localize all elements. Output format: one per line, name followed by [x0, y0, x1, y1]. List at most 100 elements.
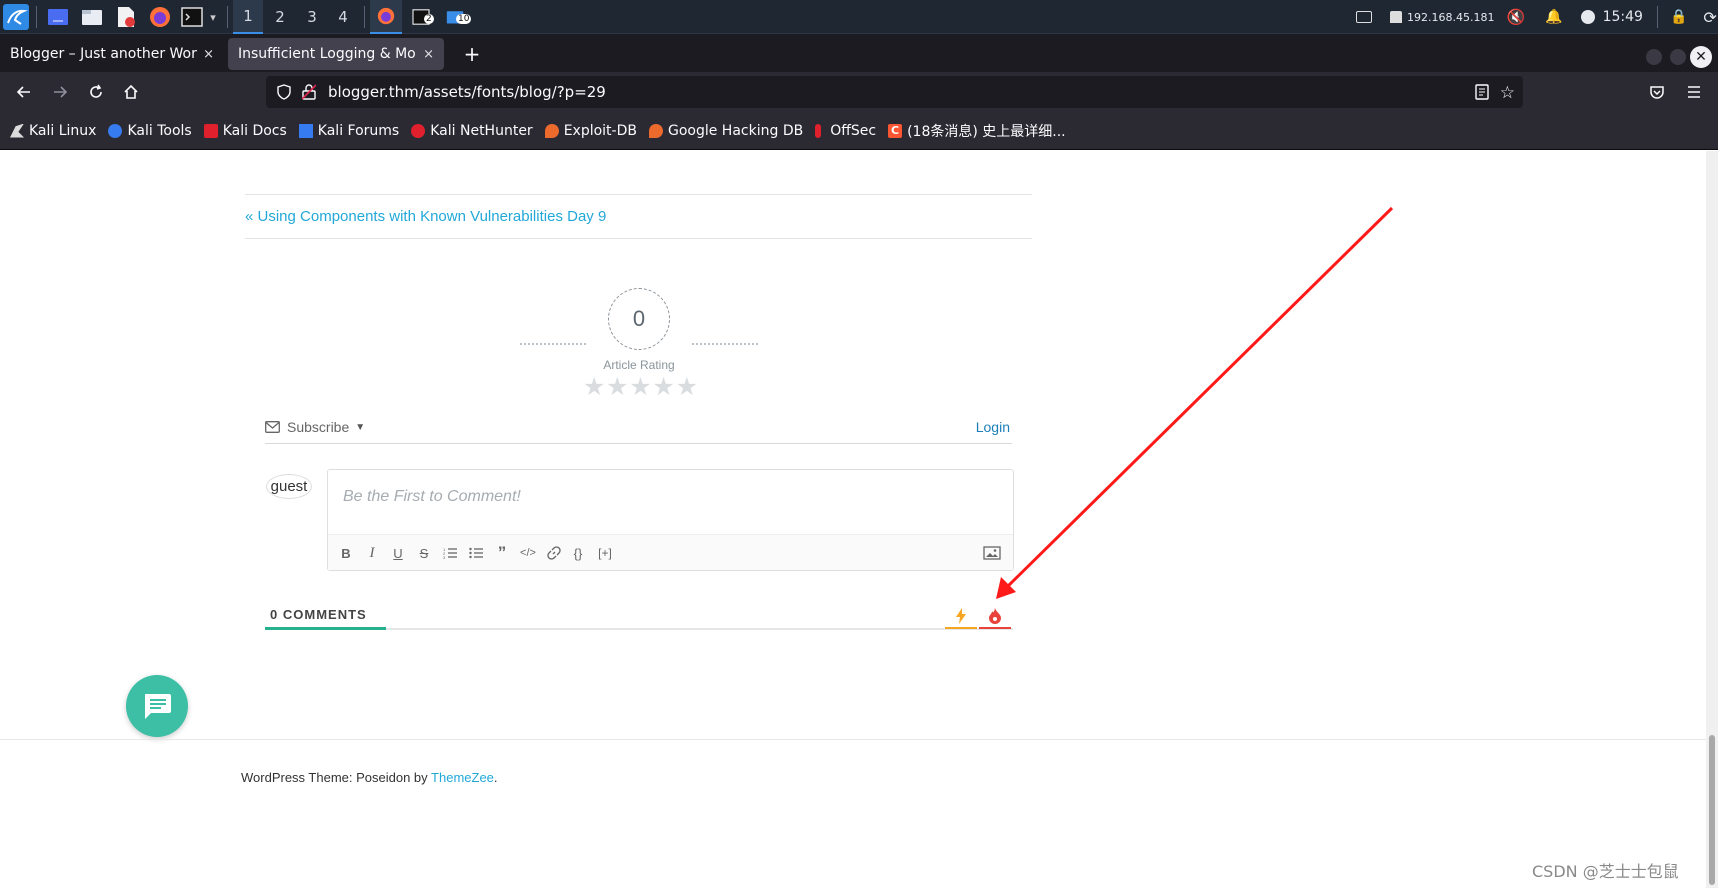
previous-post-link[interactable]: « Using Components with Known Vulnerabil… [245, 208, 606, 225]
tab-label: Insufficient Logging & Monitoring Day 10 [238, 46, 417, 62]
bold-icon[interactable]: B [336, 544, 356, 562]
chat-widget-button[interactable] [126, 675, 188, 737]
volume-muted-icon[interactable]: 🔇 [1506, 8, 1525, 26]
firefox-launcher-icon[interactable] [148, 0, 172, 34]
lock-screen-icon[interactable]: 🔒 [1670, 9, 1687, 25]
new-tab-button[interactable]: + [458, 40, 486, 68]
url-text[interactable]: blogger.thm/assets/fonts/blog/?p=29 [328, 76, 606, 108]
blockquote-icon[interactable]: ” [492, 543, 512, 562]
bullet-list-icon[interactable] [466, 544, 486, 562]
spoiler-icon[interactable]: [+] [592, 544, 618, 562]
link-icon[interactable] [544, 544, 564, 562]
desktop-icon[interactable] [46, 0, 70, 34]
sort-newest-button[interactable] [945, 605, 977, 629]
bookmark-offsec[interactable]: OffSec [815, 123, 876, 139]
bookmark-label: Kali Tools [127, 122, 192, 139]
reader-view-icon[interactable] [1475, 84, 1489, 104]
insecure-lock-icon[interactable] [301, 84, 317, 104]
pocket-icon[interactable] [1643, 78, 1671, 106]
display-icon[interactable] [1356, 11, 1372, 23]
comment-textarea[interactable]: Be the First to Comment! [343, 488, 521, 506]
envelope-icon [265, 421, 280, 433]
bookmark-csdn[interactable]: C (18条消息) 史上最详细... [888, 121, 1066, 141]
ordered-list-icon[interactable]: 123 [440, 544, 460, 562]
comment-editor[interactable]: Be the First to Comment! B I U S 123 ” <… [327, 469, 1014, 571]
bookmark-kali-linux[interactable]: Kali Linux [10, 123, 96, 139]
footer-suffix: . [493, 770, 498, 785]
bookmark-kali-nethunter[interactable]: Kali NetHunter [411, 123, 533, 139]
terminal-window-icon[interactable]: 2 [406, 0, 436, 34]
star-1-icon[interactable]: ★ [583, 374, 605, 399]
files-window-icon[interactable]: 10 [440, 0, 472, 34]
code-block-icon[interactable]: {} [568, 544, 588, 562]
kali-menu-icon[interactable] [2, 0, 30, 34]
exploit-db-icon [544, 123, 559, 138]
bookmark-label: Exploit-DB [563, 122, 637, 139]
bookmark-label: Kali Docs [222, 122, 287, 139]
rating-divider-left [520, 343, 586, 345]
navigation-toolbar: blogger.thm/assets/fonts/blog/?p=29 ☆ [0, 72, 1718, 112]
home-button[interactable] [117, 78, 145, 106]
tab-close-icon[interactable]: × [423, 47, 434, 62]
code-icon[interactable]: </> [518, 544, 538, 562]
underline-icon[interactable]: U [388, 544, 408, 562]
forward-button[interactable] [46, 78, 74, 106]
tab-blogger[interactable]: Blogger – Just another WordPress site × [0, 38, 224, 70]
network-lock-icon[interactable] [1390, 11, 1402, 23]
menu-hamburger-icon[interactable] [1680, 78, 1708, 106]
workspace-2[interactable]: 2 [265, 0, 295, 34]
files-count-badge: 10 [456, 14, 472, 24]
workspace-4[interactable]: 4 [328, 0, 358, 34]
italic-icon[interactable]: I [362, 544, 382, 562]
logout-icon[interactable]: ⟳ [1703, 8, 1716, 27]
strikethrough-icon[interactable]: S [414, 544, 434, 562]
tab-label: Blogger – Just another WordPress site [10, 46, 197, 62]
kali-tools-icon [108, 123, 123, 138]
back-button[interactable] [10, 78, 38, 106]
url-bar[interactable]: blogger.thm/assets/fonts/blog/?p=29 ☆ [266, 76, 1523, 108]
bookmark-google-hacking-db[interactable]: Google Hacking DB [648, 123, 803, 139]
bookmark-star-icon[interactable]: ☆ [1500, 83, 1515, 103]
tab-insufficient-logging[interactable]: Insufficient Logging & Monitoring Day 10… [228, 38, 444, 70]
themezee-link[interactable]: ThemeZee [431, 770, 494, 785]
tab-close-icon[interactable]: × [203, 47, 214, 62]
firefox-window-icon[interactable] [370, 0, 402, 34]
image-upload-icon[interactable] [982, 544, 1002, 562]
bookmark-kali-docs[interactable]: Kali Docs [203, 122, 287, 139]
comments-title: 0 COMMENTS [270, 607, 367, 622]
os-taskbar: ▾ 1 2 3 4 2 10 192.168.45.181 🔇 🔔 15:49 … [0, 0, 1718, 34]
reload-button[interactable] [82, 78, 110, 106]
bookmark-exploit-db[interactable]: Exploit-DB [544, 122, 637, 139]
star-2-icon[interactable]: ★ [606, 374, 628, 399]
close-window-button[interactable]: ✕ [1690, 46, 1712, 68]
subscribe-dropdown[interactable]: Subscribe ▼ [265, 419, 365, 435]
maximize-button[interactable] [1670, 49, 1686, 65]
minimize-button[interactable] [1646, 49, 1662, 65]
editor-toolbar: B I U S 123 ” </> {} [+] [328, 534, 1013, 570]
bookmark-label: Kali Linux [29, 122, 97, 139]
bookmark-kali-tools[interactable]: Kali Tools [108, 122, 192, 139]
star-3-icon[interactable]: ★ [629, 374, 651, 399]
workspace-3[interactable]: 3 [297, 0, 327, 34]
launcher-dropdown-icon[interactable]: ▾ [206, 0, 220, 34]
login-link[interactable]: Login [976, 419, 1010, 435]
file-manager-icon[interactable] [80, 0, 104, 34]
scrollbar-thumb[interactable] [1709, 735, 1715, 885]
csdn-icon: C [888, 123, 903, 138]
guest-avatar: guest [266, 474, 312, 499]
sort-hot-button[interactable] [979, 605, 1011, 629]
comments-header: 0 COMMENTS [265, 601, 1013, 630]
text-editor-icon[interactable] [114, 0, 138, 34]
bookmark-kali-forums[interactable]: Kali Forums [298, 123, 399, 139]
clock[interactable]: 15:49 [1603, 9, 1643, 25]
star-5-icon[interactable]: ★ [676, 374, 698, 399]
tracking-protection-icon[interactable] [276, 84, 292, 104]
bookmark-label: (18条消息) 史上最详细... [907, 123, 1066, 140]
page-scrollbar[interactable] [1706, 151, 1718, 888]
workspace-1[interactable]: 1 [233, 0, 263, 34]
power-status-icon[interactable] [1580, 10, 1595, 24]
terminal-launcher-icon[interactable] [180, 0, 204, 34]
chat-icon [145, 694, 171, 719]
notification-bell-icon[interactable]: 🔔 [1545, 9, 1562, 25]
star-4-icon[interactable]: ★ [652, 374, 674, 399]
